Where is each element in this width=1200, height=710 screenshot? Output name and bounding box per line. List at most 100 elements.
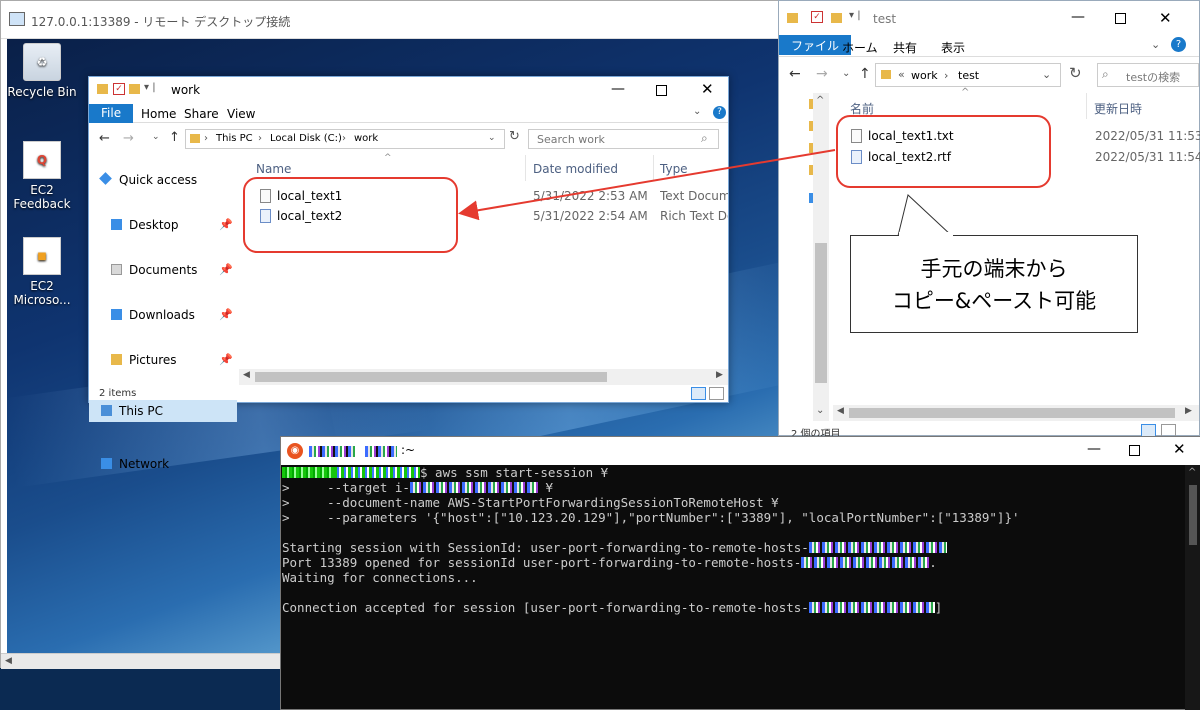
file-list: ^ Name Date modified Type local_text1 5/… <box>239 153 728 383</box>
minimize-button[interactable]: — <box>611 81 625 97</box>
terminal-title-bar[interactable]: ◉ :~ — ✕ <box>281 437 1200 465</box>
maximize-button[interactable] <box>656 85 667 96</box>
help-icon[interactable]: ? <box>1171 37 1186 52</box>
tab-share[interactable]: 共有 <box>893 39 917 56</box>
ribbon-tabs: File Home Share View ⌄ ? <box>89 103 728 123</box>
scroll-right-icon[interactable]: ▶ <box>1185 406 1192 416</box>
close-button[interactable]: ✕ <box>1173 440 1186 458</box>
back-icon[interactable]: ← <box>99 131 110 146</box>
rdp-title-bar[interactable]: 127.0.0.1:13389 - リモート デスクトップ接続 <box>1 1 781 39</box>
nav-item-network[interactable]: Network <box>89 453 237 475</box>
search-box[interactable]: ⌕ testの検索 <box>1097 63 1199 87</box>
file-date: 5/31/2022 2:54 AM <box>533 209 648 223</box>
network-icon <box>101 458 112 469</box>
search-icon: ⌕ <box>1102 67 1109 81</box>
quick-properties-icon[interactable]: ✓ <box>811 11 823 23</box>
desktop-icon-label: EC2 Feedback <box>13 183 71 211</box>
ubuntu-icon: ◉ <box>287 443 303 459</box>
terminal-output[interactable]: $ aws ssm start-session ¥ > --target i- … <box>281 465 1185 710</box>
refresh-icon[interactable]: ↻ <box>1069 64 1082 82</box>
recycle-bin-icon: ♻ <box>23 43 61 81</box>
scroll-thumb[interactable] <box>1189 485 1197 545</box>
expand-ribbon-icon[interactable]: ⌄ <box>1151 38 1160 51</box>
tab-file[interactable]: ファイル <box>779 35 852 55</box>
back-icon[interactable]: ← <box>789 66 801 82</box>
tab-share[interactable]: Share <box>184 107 219 121</box>
tab-view[interactable]: 表示 <box>941 39 965 56</box>
tab-file[interactable]: File <box>89 104 134 123</box>
search-placeholder: Search work <box>537 133 605 146</box>
refresh-icon[interactable]: ↻ <box>509 129 520 144</box>
breadcrumb-work[interactable]: work <box>911 69 938 82</box>
nav-item-quick-access[interactable]: Quick access <box>89 169 237 191</box>
address-dropdown-icon[interactable]: ⌄ <box>1042 68 1051 81</box>
new-folder-icon[interactable] <box>129 84 140 94</box>
scroll-right-icon[interactable]: ▶ <box>716 370 723 380</box>
ec2-feedback-icon: Q <box>23 141 61 179</box>
desktop-icon-ec2-microsoft[interactable]: ■ EC2 Microso... <box>7 237 77 307</box>
expand-ribbon-icon[interactable]: ⌄ <box>693 106 701 117</box>
up-icon[interactable]: ↑ <box>169 130 180 145</box>
nav-item-desktop[interactable]: Desktop 📌 <box>99 214 237 236</box>
search-box[interactable]: Search work ⌕ <box>528 129 719 149</box>
column-header-type[interactable]: Type <box>660 162 688 176</box>
close-button[interactable]: ✕ <box>1159 9 1172 27</box>
customize-toolbar-icon[interactable]: ▾ | <box>849 10 861 21</box>
tab-home[interactable]: Home <box>141 107 176 121</box>
scroll-thumb[interactable] <box>815 243 827 383</box>
scroll-left-icon[interactable]: ◀ <box>243 370 250 380</box>
folder-icon <box>190 134 200 143</box>
customize-toolbar-icon[interactable]: ▾ | <box>144 82 156 93</box>
quick-properties-icon[interactable]: ✓ <box>113 83 125 95</box>
scroll-left-icon[interactable]: ◀ <box>5 656 12 666</box>
nav-item-pictures[interactable]: Pictures 📌 <box>99 349 237 371</box>
scroll-down-icon[interactable]: ⌄ <box>816 405 824 416</box>
up-icon[interactable]: ↑ <box>859 66 871 82</box>
recent-locations-icon[interactable]: ⌄ <box>842 68 850 79</box>
horizontal-scrollbar[interactable]: ◀ ▶ <box>833 405 1199 421</box>
new-folder-icon[interactable] <box>831 13 842 23</box>
breadcrumb-test[interactable]: test <box>958 69 979 82</box>
help-icon[interactable]: ? <box>713 106 726 119</box>
desktop-icon-recycle-bin[interactable]: ♻ Recycle Bin <box>7 43 77 99</box>
nav-item-downloads[interactable]: Downloads 📌 <box>99 304 237 326</box>
tab-view[interactable]: View <box>227 107 255 121</box>
minimize-button[interactable]: — <box>1087 441 1101 457</box>
redacted-instance-id <box>409 482 538 493</box>
address-dropdown-icon[interactable]: ⌄ <box>488 133 496 143</box>
documents-folder-icon <box>111 264 122 275</box>
scroll-thumb[interactable] <box>849 408 1175 418</box>
desktop-icon-ec2-feedback[interactable]: Q EC2 Feedback <box>7 141 77 211</box>
nav-vertical-scrollbar[interactable]: ^ ⌄ <box>813 93 829 421</box>
breadcrumb-local-disk[interactable]: Local Disk (C:) <box>270 133 342 144</box>
address-bar[interactable]: « work › test ⌄ <box>875 63 1061 87</box>
details-view-icon[interactable] <box>691 387 706 400</box>
nav-label: Quick access <box>119 173 198 187</box>
recent-locations-icon[interactable]: ⌄ <box>152 132 160 142</box>
breadcrumb-this-pc[interactable]: This PC <box>216 133 253 144</box>
column-header-date[interactable]: Date modified <box>533 162 618 176</box>
close-button[interactable]: ✕ <box>701 80 714 98</box>
nav-item-this-pc[interactable]: This PC <box>89 400 237 422</box>
horizontal-scrollbar[interactable]: ◀ ▶ <box>239 369 728 385</box>
explorer-title-bar[interactable]: ✓ ▾ | work — ✕ <box>89 77 728 103</box>
scroll-up-icon[interactable]: ^ <box>816 95 824 106</box>
explorer-title-bar[interactable]: ✓ ▾ | test — ✕ <box>779 1 1199 35</box>
forward-icon[interactable]: → <box>123 131 134 146</box>
maximize-button[interactable] <box>1129 445 1140 456</box>
forward-icon[interactable]: → <box>816 66 828 82</box>
scroll-left-icon[interactable]: ◀ <box>837 406 844 416</box>
maximize-button[interactable] <box>1115 13 1126 24</box>
scroll-thumb[interactable] <box>255 372 607 382</box>
breadcrumb-work[interactable]: work <box>354 133 378 144</box>
minimize-button[interactable]: — <box>1071 9 1085 25</box>
scroll-up-icon[interactable]: ^ <box>1188 467 1196 478</box>
star-icon <box>99 172 112 185</box>
address-bar[interactable]: › This PC › Local Disk (C:) › work ⌄ <box>185 129 505 149</box>
column-header-name[interactable]: Name <box>256 162 291 176</box>
terminal-scrollbar[interactable]: ^ <box>1185 465 1200 710</box>
column-header-date[interactable]: 更新日時 <box>1094 100 1142 117</box>
nav-item-documents[interactable]: Documents 📌 <box>99 259 237 281</box>
large-icons-view-icon[interactable] <box>709 387 724 400</box>
tab-home[interactable]: ホーム <box>842 39 878 56</box>
